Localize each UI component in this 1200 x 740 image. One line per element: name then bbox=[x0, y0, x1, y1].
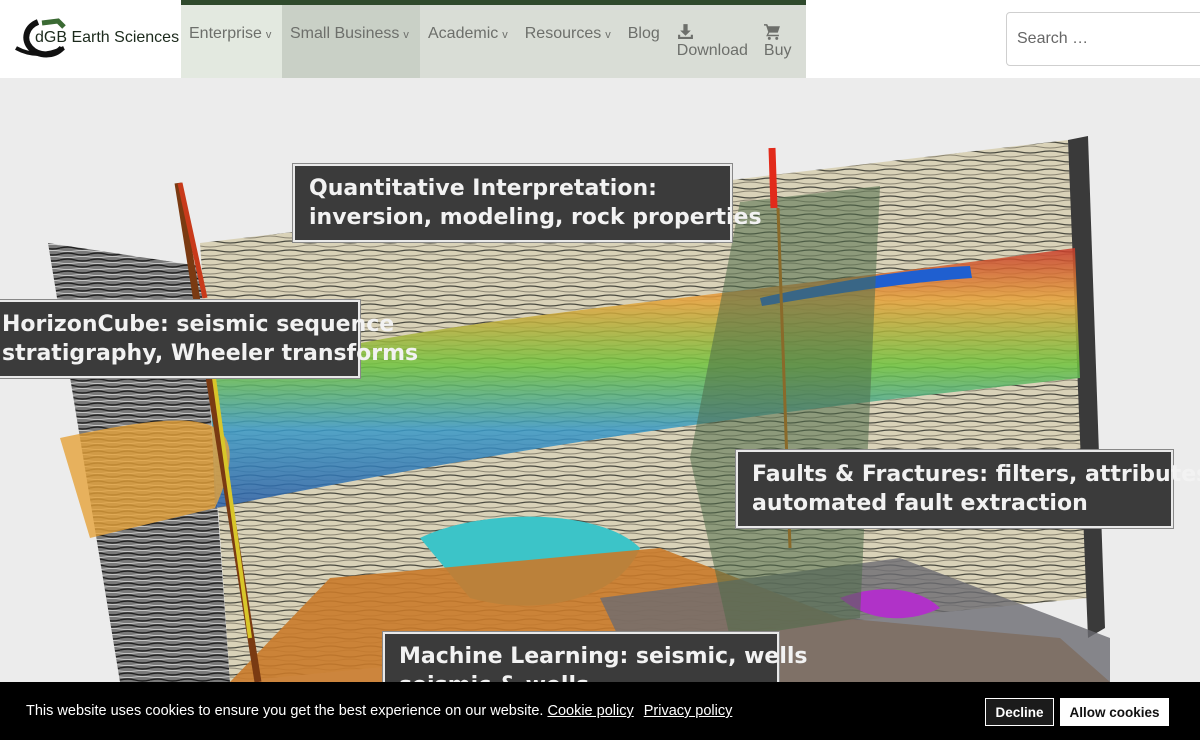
callout-line: automated fault extraction bbox=[752, 491, 1088, 516]
callout-line: seismic & wells bbox=[399, 671, 763, 682]
site-header: dGB Earth Sciences Enterprise v Small Bus… bbox=[0, 0, 1200, 78]
chevron-down-icon: v bbox=[403, 29, 409, 41]
hero-banner: Quantitative Interpretation: inversion, … bbox=[0, 78, 1200, 682]
nav-buy-label: Buy bbox=[763, 42, 792, 59]
brand-logo[interactable]: dGB Earth Sciences bbox=[8, 18, 180, 60]
brand-name: dGB Earth Sciences bbox=[35, 29, 180, 46]
cookie-policy-link[interactable]: Cookie policy bbox=[547, 703, 633, 719]
privacy-policy-link[interactable]: Privacy policy bbox=[644, 703, 733, 719]
callout-line: Faults & Fractures: filters, attributes, bbox=[752, 462, 1200, 487]
callout-line: Quantitative Interpretation: bbox=[309, 176, 657, 201]
nav-blog[interactable]: Blog bbox=[620, 5, 669, 78]
chevron-down-icon: v bbox=[502, 29, 508, 41]
callout-faults-fractures: Faults & Fractures: filters, attributes,… bbox=[736, 450, 1200, 528]
nav-enterprise-label: Enterprise bbox=[189, 25, 262, 42]
download-icon bbox=[677, 24, 693, 39]
main-nav: Enterprise v Small Business v Academic v Re… bbox=[181, 0, 806, 78]
nav-academic-label: Academic bbox=[428, 25, 499, 42]
callout-line: inversion, modeling, rock properties bbox=[309, 205, 762, 230]
allow-cookies-button[interactable]: Allow cookies bbox=[1060, 698, 1169, 726]
nav-small-business-label: Small Business bbox=[290, 25, 400, 42]
nav-enterprise[interactable]: Enterprise v bbox=[181, 5, 282, 78]
nav-blog-label: Blog bbox=[627, 25, 660, 42]
callout-horizoncube: HorizonCube: seismic sequence stratigrap… bbox=[0, 300, 419, 378]
shopping-cart-icon bbox=[763, 24, 780, 40]
chevron-down-icon: v bbox=[265, 29, 272, 41]
chevron-down-icon: v bbox=[605, 29, 611, 41]
nav-resources-label: Resources bbox=[524, 25, 602, 42]
nav-download[interactable]: Download bbox=[669, 5, 756, 78]
callout-machine-learning: Machine Learning: seismic, wells seismic… bbox=[383, 632, 808, 682]
cookie-message: This website uses cookies to ensure you … bbox=[26, 703, 544, 719]
search-input[interactable] bbox=[1006, 12, 1200, 66]
nav-small-business[interactable]: Small Business v bbox=[282, 5, 420, 78]
cookie-banner: This website uses cookies to ensure you … bbox=[0, 682, 1200, 740]
decline-cookies-button[interactable]: Decline bbox=[985, 698, 1054, 726]
nav-buy[interactable]: Buy bbox=[756, 5, 800, 78]
nav-download-label: Download bbox=[676, 42, 748, 59]
callout-line: HorizonCube: seismic sequence bbox=[2, 312, 395, 337]
nav-resources[interactable]: Resources v bbox=[517, 5, 620, 78]
callout-line: stratigraphy, Wheeler transforms bbox=[2, 341, 419, 366]
nav-academic[interactable]: Academic v bbox=[420, 5, 517, 78]
callout-line: Machine Learning: seismic, wells bbox=[399, 644, 808, 669]
callout-quantitative-interpretation: Quantitative Interpretation: inversion, … bbox=[293, 164, 762, 242]
